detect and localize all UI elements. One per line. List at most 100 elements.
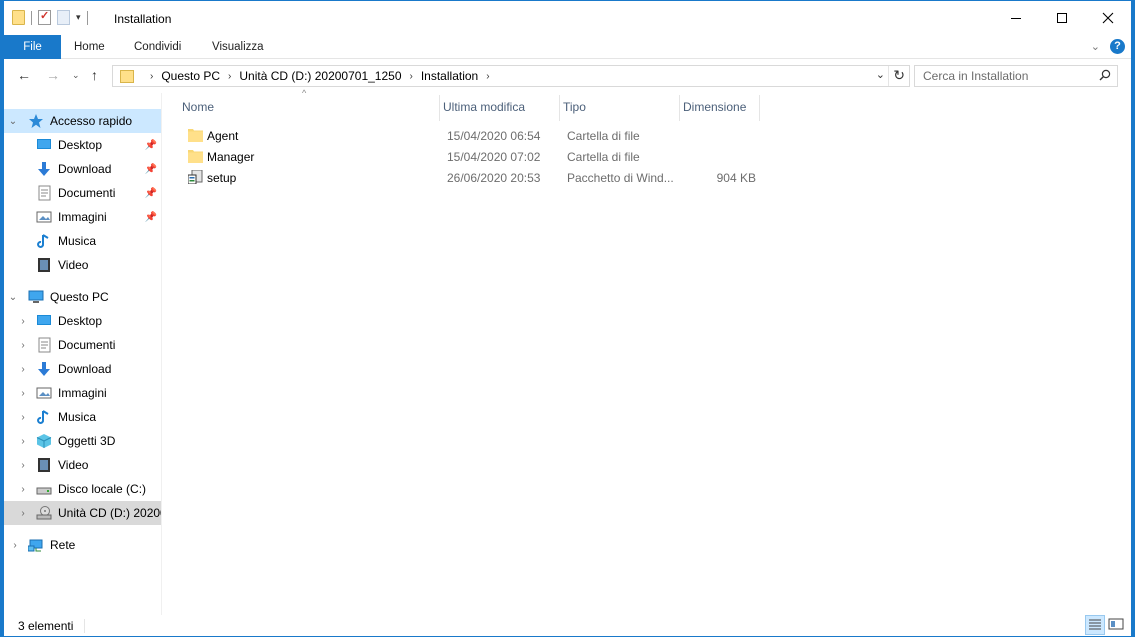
search-icon[interactable] bbox=[1099, 69, 1111, 81]
column-header-size[interactable]: Dimensione bbox=[683, 93, 746, 121]
file-row[interactable]: Manager 15/04/2020 07:02 Cartella di fil… bbox=[176, 146, 756, 167]
folder-icon[interactable] bbox=[12, 10, 25, 25]
desktop-icon bbox=[37, 139, 51, 149]
file-modified: 15/04/2020 06:54 bbox=[447, 129, 541, 143]
close-button[interactable] bbox=[1085, 1, 1131, 35]
pin-icon[interactable]: 📌 bbox=[145, 140, 157, 151]
nav-pc-cd-drive[interactable]: › Unità CD (D:) 20200 bbox=[4, 501, 161, 525]
installer-icon bbox=[188, 170, 203, 184]
chevron-right-icon[interactable]: › bbox=[18, 364, 28, 375]
nav-label: Download bbox=[58, 362, 112, 376]
customize-toolbar-icon[interactable]: ▾ bbox=[76, 12, 81, 23]
download-icon bbox=[38, 162, 50, 176]
nav-quick-documenti[interactable]: Documenti 📌 bbox=[4, 181, 161, 205]
refresh-icon[interactable]: ↻ bbox=[893, 67, 905, 84]
nav-label: Disco locale (C:) bbox=[58, 482, 147, 496]
tab-visualizza[interactable]: Visualizza bbox=[212, 35, 264, 59]
file-row[interactable]: Agent 15/04/2020 06:54 Cartella di file bbox=[176, 125, 756, 146]
chevron-right-icon[interactable]: › bbox=[18, 508, 28, 519]
file-size: 904 KB bbox=[716, 171, 756, 185]
file-name: Manager bbox=[207, 150, 255, 164]
nav-pc-download[interactable]: › Download bbox=[4, 357, 161, 381]
nav-pc-oggetti-3d[interactable]: › Oggetti 3D bbox=[4, 429, 161, 453]
maximize-icon bbox=[1057, 13, 1067, 23]
address-bar[interactable]: › Questo PC › Unità CD (D:) 20200701_125… bbox=[112, 65, 910, 87]
column-divider[interactable] bbox=[759, 95, 760, 121]
nav-quick-access[interactable]: ⌄ Accesso rapido bbox=[4, 109, 161, 133]
pin-icon[interactable]: 📌 bbox=[145, 164, 157, 175]
tab-home[interactable]: Home bbox=[74, 35, 105, 59]
column-header-modified[interactable]: Ultima modifica bbox=[443, 93, 525, 121]
file-type: Cartella di file bbox=[567, 129, 640, 143]
column-header-label: Nome bbox=[182, 100, 215, 114]
nav-pc-desktop[interactable]: › Desktop bbox=[4, 309, 161, 333]
nav-pc-video[interactable]: › Video bbox=[4, 453, 161, 477]
nav-label: Unità CD (D:) 20200 bbox=[58, 506, 161, 520]
back-arrow-icon[interactable]: ← bbox=[17, 67, 31, 83]
star-icon bbox=[29, 114, 43, 128]
computer-icon bbox=[28, 290, 44, 303]
nav-quick-musica[interactable]: Musica bbox=[4, 229, 161, 253]
chevron-right-icon[interactable]: › bbox=[150, 71, 153, 82]
minimize-button[interactable] bbox=[993, 1, 1039, 35]
details-view-icon bbox=[1089, 619, 1101, 630]
nav-quick-immagini[interactable]: Immagini 📌 bbox=[4, 205, 161, 229]
chevron-right-icon[interactable]: › bbox=[18, 460, 28, 471]
help-icon[interactable]: ? bbox=[1110, 39, 1125, 54]
search-input[interactable]: Cerca in Installation bbox=[914, 65, 1118, 87]
nav-this-pc[interactable]: ⌄ Questo PC bbox=[4, 285, 161, 309]
nav-pc-musica[interactable]: › Musica bbox=[4, 405, 161, 429]
window-title: Installation bbox=[114, 12, 172, 26]
new-folder-icon[interactable] bbox=[57, 10, 70, 25]
chevron-right-icon[interactable]: › bbox=[10, 540, 20, 551]
nav-pc-immagini[interactable]: › Immagini bbox=[4, 381, 161, 405]
column-header-name[interactable]: Nome bbox=[182, 93, 214, 121]
file-row[interactable]: setup 26/06/2020 20:53 Pacchetto di Wind… bbox=[176, 167, 756, 188]
nav-network[interactable]: › Rete bbox=[4, 533, 161, 557]
expand-ribbon-icon[interactable]: ⌄ bbox=[1091, 40, 1100, 53]
up-arrow-icon[interactable]: ↑ bbox=[91, 67, 98, 83]
item-count: 3 elementi bbox=[18, 619, 74, 633]
pin-icon[interactable]: 📌 bbox=[145, 212, 157, 223]
chevron-right-icon[interactable]: › bbox=[486, 71, 489, 82]
nav-quick-desktop[interactable]: Desktop 📌 bbox=[4, 133, 161, 157]
breadcrumb-this-pc[interactable]: Questo PC bbox=[161, 69, 220, 83]
column-header-type[interactable]: Tipo bbox=[563, 93, 586, 121]
desktop-icon bbox=[37, 315, 51, 325]
nav-pc-documenti[interactable]: › Documenti bbox=[4, 333, 161, 357]
document-icon bbox=[38, 337, 51, 353]
breadcrumb-cd-drive[interactable]: Unità CD (D:) 20200701_1250 bbox=[239, 69, 401, 83]
maximize-button[interactable] bbox=[1039, 1, 1085, 35]
file-type: Cartella di file bbox=[567, 150, 640, 164]
large-icons-view-button[interactable] bbox=[1107, 615, 1127, 635]
chevron-right-icon[interactable]: › bbox=[18, 436, 28, 447]
file-name: Agent bbox=[207, 129, 239, 143]
chevron-right-icon[interactable]: › bbox=[18, 388, 28, 399]
recent-locations-icon[interactable]: ⌄ bbox=[72, 70, 80, 81]
column-divider[interactable] bbox=[439, 95, 440, 121]
chevron-right-icon[interactable]: › bbox=[18, 412, 28, 423]
breadcrumb-installation[interactable]: Installation bbox=[421, 69, 478, 83]
nav-quick-video[interactable]: Video bbox=[4, 253, 161, 277]
tab-condividi[interactable]: Condividi bbox=[134, 35, 181, 59]
chevron-right-icon[interactable]: › bbox=[18, 484, 28, 495]
chevron-down-icon[interactable]: ⌄ bbox=[8, 292, 18, 303]
properties-icon[interactable] bbox=[38, 9, 51, 25]
column-divider[interactable] bbox=[559, 95, 560, 121]
chevron-right-icon[interactable]: › bbox=[18, 340, 28, 351]
nav-pc-disco-locale[interactable]: › Disco locale (C:) bbox=[4, 477, 161, 501]
pin-icon[interactable]: 📌 bbox=[145, 188, 157, 199]
chevron-right-icon[interactable]: › bbox=[18, 316, 28, 327]
nav-quick-download[interactable]: Download 📌 bbox=[4, 157, 161, 181]
file-type: Pacchetto di Wind... bbox=[567, 171, 674, 185]
details-view-button[interactable] bbox=[1085, 615, 1105, 635]
status-divider bbox=[84, 619, 85, 633]
nav-label: Video bbox=[58, 458, 89, 472]
tab-file[interactable]: File bbox=[4, 35, 61, 59]
chevron-right-icon[interactable]: › bbox=[410, 71, 413, 82]
chevron-down-icon[interactable]: ⌄ bbox=[8, 116, 18, 127]
column-divider[interactable] bbox=[679, 95, 680, 121]
chevron-right-icon[interactable]: › bbox=[228, 71, 231, 82]
chevron-down-icon[interactable]: ⌄ bbox=[876, 68, 885, 81]
forward-arrow-icon[interactable]: → bbox=[46, 67, 60, 83]
